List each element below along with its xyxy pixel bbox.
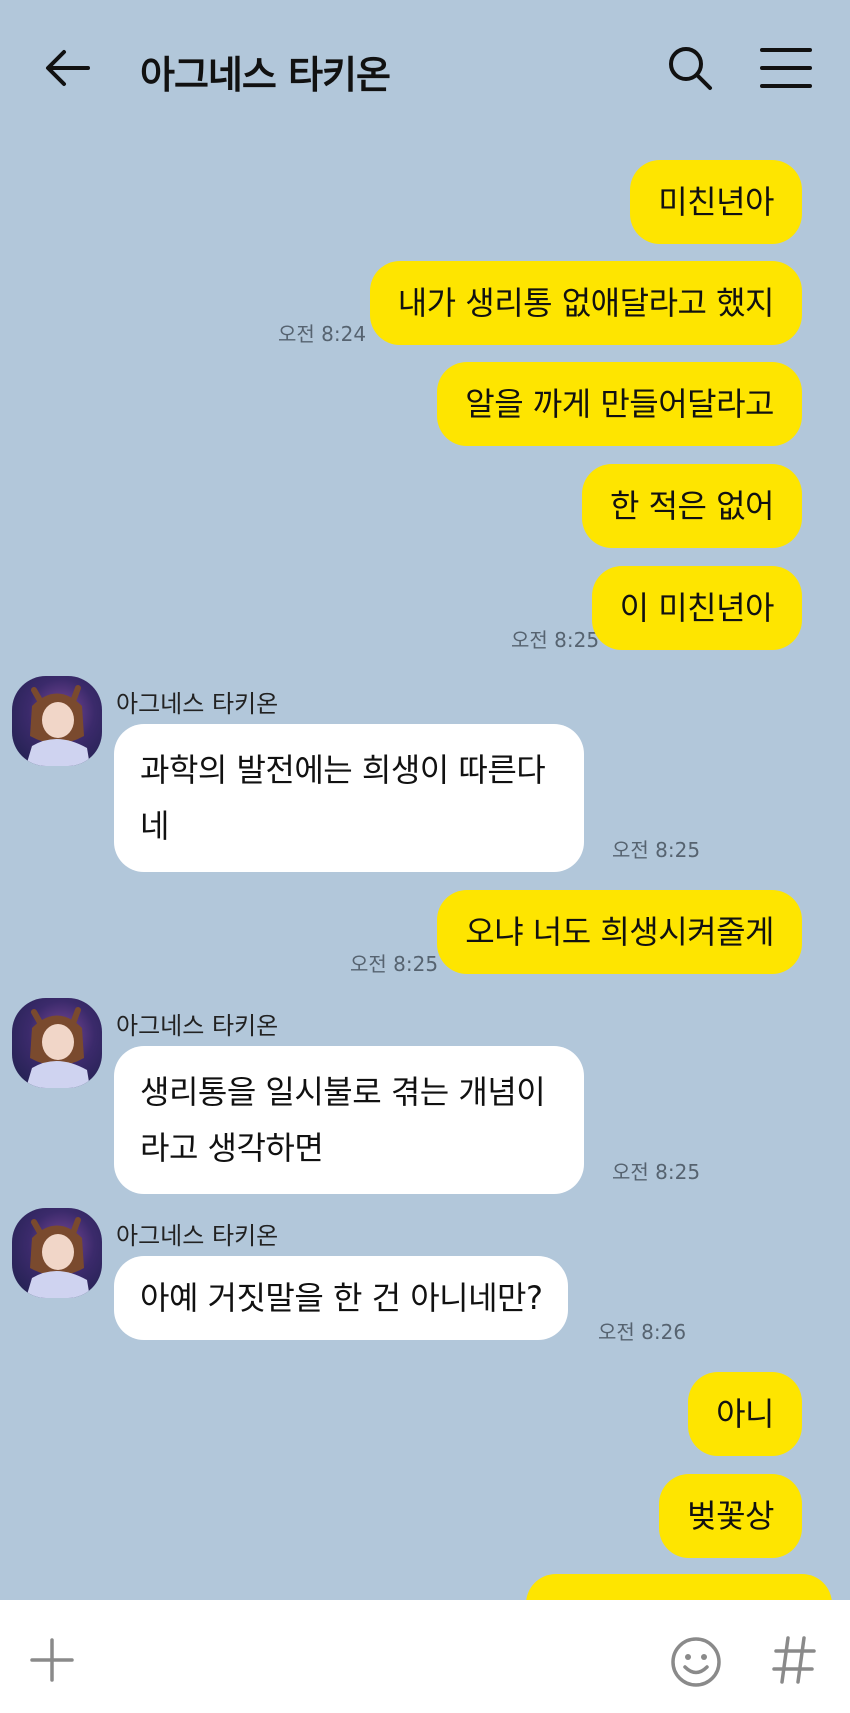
menu-button[interactable] <box>760 46 812 90</box>
sender-name: 아그네스 타키온 <box>116 1222 279 1250</box>
message-timestamp: 오전 8:25 <box>612 838 701 862</box>
message-timestamp: 오전 8:25 <box>511 628 600 652</box>
hamburger-menu-icon <box>760 48 812 88</box>
message-timestamp: 오전 8:25 <box>612 1160 701 1184</box>
avatar[interactable] <box>12 1208 102 1298</box>
my-message-bubble[interactable]: 내가 생리통 없애달라고 했지 <box>369 261 802 345</box>
my-message-bubble[interactable]: 미친년아 <box>630 160 802 244</box>
attach-button[interactable] <box>30 1638 74 1682</box>
chat-header: 아그네스 타키온 <box>0 0 850 140</box>
plus-icon <box>30 1638 74 1682</box>
emoji-button[interactable] <box>670 1636 722 1688</box>
search-icon <box>669 47 712 90</box>
avatar[interactable] <box>12 676 102 766</box>
avatar-image <box>26 685 90 766</box>
my-message-bubble[interactable]: 오냐 너도 희생시켜줄게 <box>437 890 802 974</box>
my-message-bubble[interactable]: 이 미친년아 <box>591 566 802 650</box>
chat-title: 아그네스 타키온 <box>140 53 391 97</box>
back-button[interactable] <box>44 48 92 88</box>
hashtag-icon <box>772 1636 816 1684</box>
message-timestamp: 오전 8:24 <box>278 322 367 346</box>
their-message-bubble[interactable]: 과학의 발전에는 희생이 따른다네 <box>114 724 584 872</box>
message-timestamp: 오전 8:26 <box>598 1320 687 1344</box>
my-message-bubble[interactable]: 아니 <box>688 1372 802 1456</box>
message-timestamp: 오전 8:25 <box>350 952 439 976</box>
their-message-bubble[interactable]: 아예 거짓말을 한 건 아니네만? <box>114 1256 569 1340</box>
avatar-image <box>26 1217 90 1298</box>
my-message-bubble[interactable]: 벚꽃상 <box>659 1474 802 1558</box>
sender-name: 아그네스 타키온 <box>116 1012 279 1040</box>
emoji-smile-icon <box>671 1637 721 1687</box>
avatar-image <box>26 1007 90 1088</box>
avatar[interactable] <box>12 998 102 1088</box>
my-message-bubble[interactable]: 알을 까게 만들어달라고 <box>437 362 802 446</box>
my-message-bubble[interactable]: 한 적은 없어 <box>581 464 802 548</box>
their-message-bubble[interactable]: 생리통을 일시불로 겪는 개념이라고 생각하면 <box>114 1046 584 1194</box>
arrow-left-icon <box>46 50 90 86</box>
sender-name: 아그네스 타키온 <box>116 690 279 718</box>
search-button[interactable] <box>666 44 714 92</box>
hashtag-button[interactable] <box>772 1634 816 1686</box>
message-input-bar <box>0 1600 850 1713</box>
